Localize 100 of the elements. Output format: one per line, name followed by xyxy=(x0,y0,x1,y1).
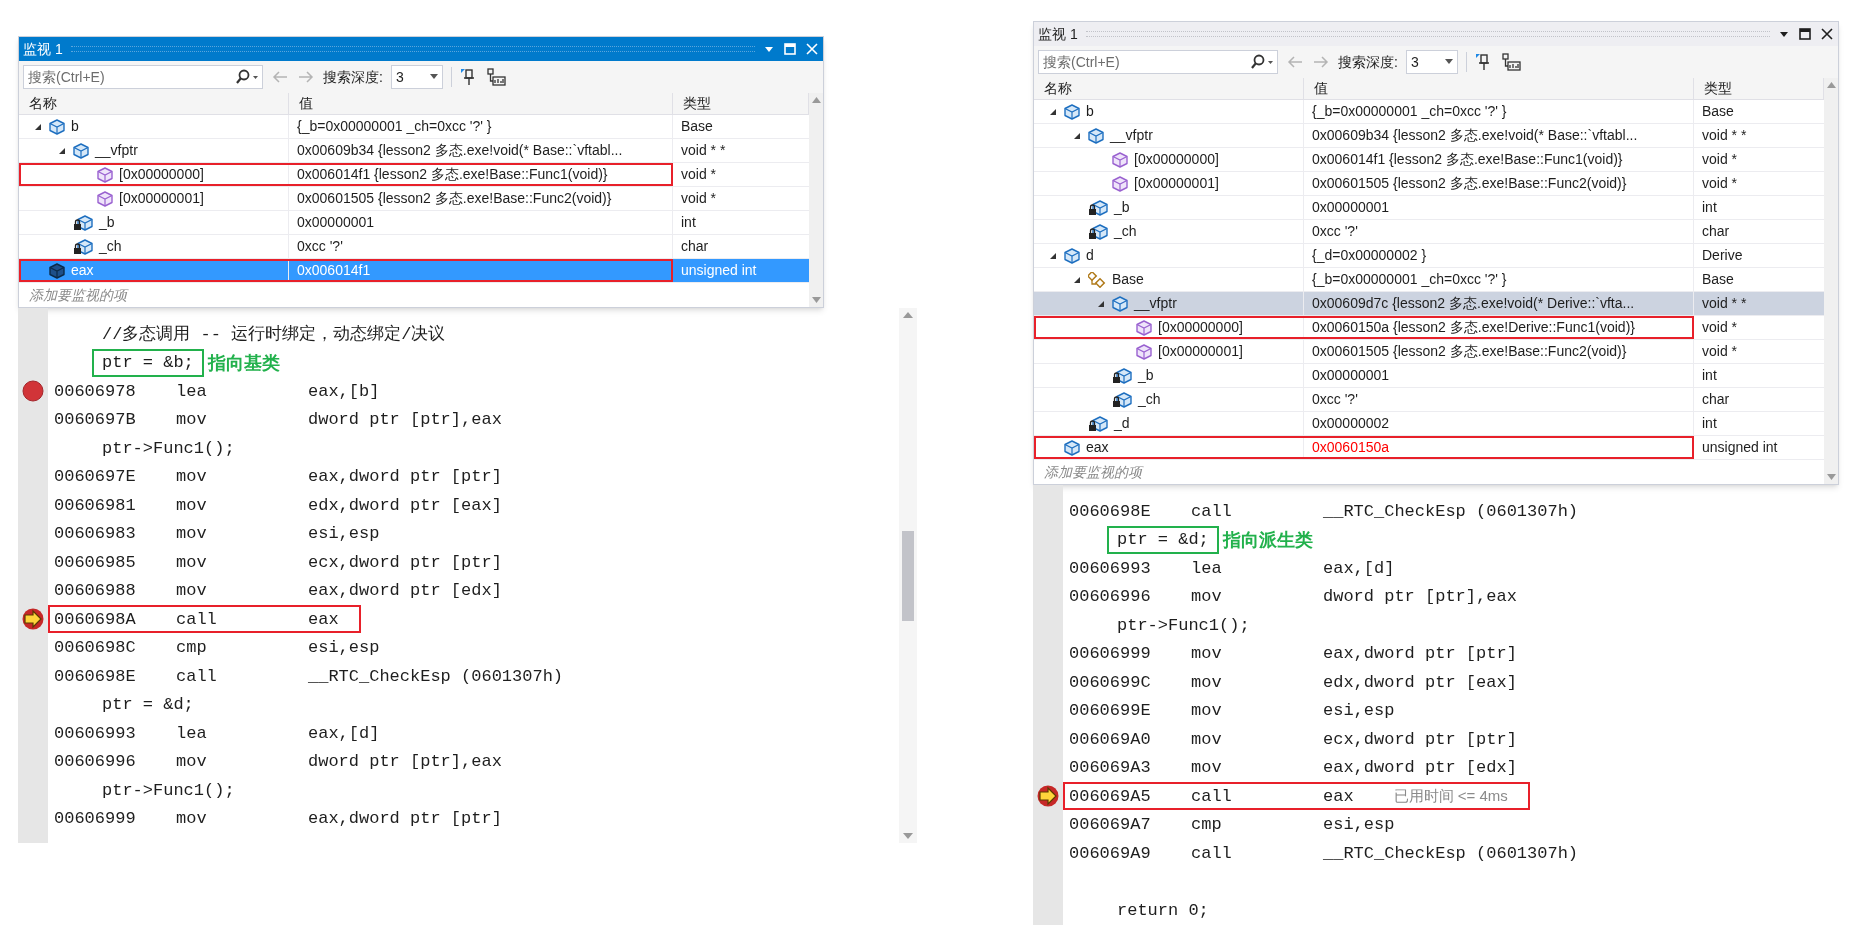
variable-type: unsigned int xyxy=(1701,438,1779,457)
breakpoint-icon[interactable] xyxy=(22,380,44,403)
watch-row[interactable]: [0x00000001] 0x00601505 {lesson2 多态.exe!Base::Func2(void)} void * xyxy=(19,187,809,211)
instruction-operand: ecx,dword ptr [ptr] xyxy=(308,551,502,574)
instruction-address: 0060698E xyxy=(1069,500,1152,523)
search-depth-select[interactable]: 3 xyxy=(390,65,443,89)
expanded-arrow-icon[interactable] xyxy=(34,122,42,131)
object-icon xyxy=(49,118,65,135)
watch-row[interactable]: [0x00000000] 0x006014f1 {lesson2 多态.exe!Base::Func1(void)} void * xyxy=(1034,148,1824,172)
variable-name: b xyxy=(1086,102,1094,121)
watch-row[interactable]: _ch 0xcc '?' char xyxy=(19,235,809,259)
scroll-thumb[interactable] xyxy=(902,530,914,621)
watch-row[interactable]: __vfptr 0x00609d7c {lesson2 多态.exe!void(* Derive::`vfta... void * * xyxy=(1034,292,1824,316)
scrollbar[interactable] xyxy=(899,308,917,843)
variable-type: void * xyxy=(1701,174,1739,193)
watch-row[interactable]: b {_b=0x00000001 _ch=0xcc '?' } Base xyxy=(1034,100,1824,124)
scroll-down-icon[interactable] xyxy=(811,297,821,303)
instruction-mnemonic: mov xyxy=(1191,757,1223,779)
watch-row[interactable]: __vfptr 0x00609b34 {lesson2 多态.exe!void(* Base::`vftabl... void * * xyxy=(19,139,809,163)
object-icon xyxy=(73,142,89,159)
column-header[interactable]: 值 xyxy=(289,93,673,114)
add-watch-hint[interactable]: 添加要监视的项 xyxy=(19,284,137,306)
caret-icon xyxy=(1444,59,1453,65)
watch-row[interactable]: _d 0x00000002 int xyxy=(1034,412,1824,436)
expanded-arrow-icon[interactable] xyxy=(1073,131,1081,140)
column-header[interactable]: 值 xyxy=(1304,78,1694,99)
scroll-up-icon[interactable] xyxy=(903,312,913,318)
private-member-icon xyxy=(1088,199,1108,216)
instruction-address: 006069A3 xyxy=(1069,757,1152,779)
instruction-address: 0060699E xyxy=(1069,700,1152,722)
search-field[interactable]: 搜索(Ctrl+E) xyxy=(23,65,263,89)
instruction-mnemonic: mov xyxy=(176,409,208,431)
variable-value: 0x00609d7c {lesson2 多态.exe!void(* Derive::`vfta... xyxy=(1304,292,1694,315)
variable-value: 0x00601505 {lesson2 多态.exe!Base::Func2(void)} xyxy=(1304,340,1694,363)
hex-display-icon[interactable] xyxy=(1500,53,1521,71)
scroll-down-icon[interactable] xyxy=(903,833,913,839)
variable-value: 0x0060150a {lesson2 多态.exe!Derive::Func1(void)} xyxy=(1304,316,1694,339)
instruction-operand: eax xyxy=(308,608,339,631)
variable-value: 0x00609b34 {lesson2 多态.exe!void(* Base::`vftabl... xyxy=(1304,124,1694,147)
variable-value: {_d=0x00000002 } xyxy=(1304,244,1694,267)
watch-row[interactable]: __vfptr 0x00609b34 {lesson2 多态.exe!void(* Base::`vftabl... void * * xyxy=(1034,124,1824,148)
caret-icon xyxy=(429,74,438,80)
watch-row[interactable]: eax 0x0060150a unsigned int xyxy=(1034,436,1824,460)
instruction-mnemonic: call xyxy=(1191,842,1233,865)
instruction-operand: __RTC_CheckEsp (0601307h) xyxy=(1323,500,1579,523)
watch-row[interactable]: _b 0x00000001 int xyxy=(1034,364,1824,388)
hex-display-icon[interactable] xyxy=(485,68,506,86)
column-header[interactable]: 名称 xyxy=(19,93,289,114)
watch-row[interactable]: _ch 0xcc '?' char xyxy=(1034,220,1824,244)
instruction-operand: eax xyxy=(1323,785,1354,808)
scroll-up-icon[interactable] xyxy=(1826,82,1836,88)
watch-row[interactable]: [0x00000000] 0x0060150a {lesson2 多态.exe!Derive::Func1(void)} void * xyxy=(1034,316,1824,340)
watch-row[interactable]: d {_d=0x00000002 } Derive xyxy=(1034,244,1824,268)
watch-row[interactable]: [0x00000001] 0x00601505 {lesson2 多态.exe!Base::Func2(void)} void * xyxy=(1034,340,1824,364)
instruction-address: 00606993 xyxy=(1069,557,1152,580)
annotation-label: 指向基类 xyxy=(207,351,280,376)
expanded-arrow-icon[interactable] xyxy=(1097,299,1105,308)
expanded-arrow-icon[interactable] xyxy=(58,146,66,155)
expanded-arrow-icon[interactable] xyxy=(1073,275,1081,284)
close-icon[interactable] xyxy=(1820,27,1834,41)
instruction-operand: edx,dword ptr [eax] xyxy=(308,494,502,517)
source-line: ptr = &d; xyxy=(101,694,195,716)
instruction-address: 00606985 xyxy=(54,551,137,574)
variable-value: 0x006014f1 xyxy=(289,259,673,282)
watch-row[interactable]: _b 0x00000001 int xyxy=(19,211,809,235)
instruction-mnemonic: call xyxy=(176,608,218,631)
expanded-arrow-icon[interactable] xyxy=(1049,251,1057,260)
variable-value: {_b=0x00000001 _ch=0xcc '?' } xyxy=(1304,268,1694,291)
scroll-down-icon[interactable] xyxy=(1826,474,1836,480)
variable-name: __vfptr xyxy=(1134,294,1177,313)
instruction-address: 0060699C xyxy=(1069,671,1152,694)
window-title: 监视 1 xyxy=(23,39,63,59)
watch-row[interactable]: _ch 0xcc '?' char xyxy=(1034,388,1824,412)
watch-row[interactable]: [0x00000000] 0x006014f1 {lesson2 多态.exe!Base::Func1(void)} void * xyxy=(19,163,809,187)
column-header[interactable]: 名称 xyxy=(1034,78,1304,99)
instruction-operand: dword ptr [ptr],eax xyxy=(308,751,502,773)
instruction-mnemonic: mov xyxy=(176,751,208,773)
scrollbar[interactable] xyxy=(1824,78,1838,484)
add-watch-hint[interactable]: 添加要监视的项 xyxy=(1034,461,1152,483)
watch-row[interactable]: Base {_b=0x00000001 _ch=0xcc '?' } Base xyxy=(1034,268,1824,292)
search-field[interactable]: 搜索(Ctrl+E) xyxy=(1038,50,1278,74)
variable-name: eax xyxy=(71,261,94,280)
watch-row[interactable]: b {_b=0x00000001 _ch=0xcc '?' } Base xyxy=(19,115,809,139)
watch-row[interactable]: _b 0x00000001 int xyxy=(1034,196,1824,220)
instruction-address: 00606981 xyxy=(54,494,137,517)
pointer-entry-icon xyxy=(1136,343,1152,360)
variable-name: _b xyxy=(99,213,115,232)
scroll-up-icon[interactable] xyxy=(811,97,821,103)
variable-name: [0x00000001] xyxy=(1134,174,1219,193)
watch-row[interactable]: [0x00000001] 0x00601505 {lesson2 多态.exe!Base::Func2(void)} void * xyxy=(1034,172,1824,196)
search-depth-select[interactable]: 3 xyxy=(1405,50,1458,74)
instruction-mnemonic: mov xyxy=(1191,643,1223,665)
variable-value: {_b=0x00000001 _ch=0xcc '?' } xyxy=(289,115,673,138)
instruction-mnemonic: call xyxy=(1191,500,1233,523)
scrollbar[interactable] xyxy=(809,93,823,307)
private-member-icon xyxy=(1088,415,1108,432)
expanded-arrow-icon[interactable] xyxy=(1049,107,1057,116)
variable-value: 0x00601505 {lesson2 多态.exe!Base::Func2(void)} xyxy=(289,187,673,210)
maximize-icon[interactable] xyxy=(1798,27,1812,41)
variable-name: [0x00000000] xyxy=(119,165,204,184)
